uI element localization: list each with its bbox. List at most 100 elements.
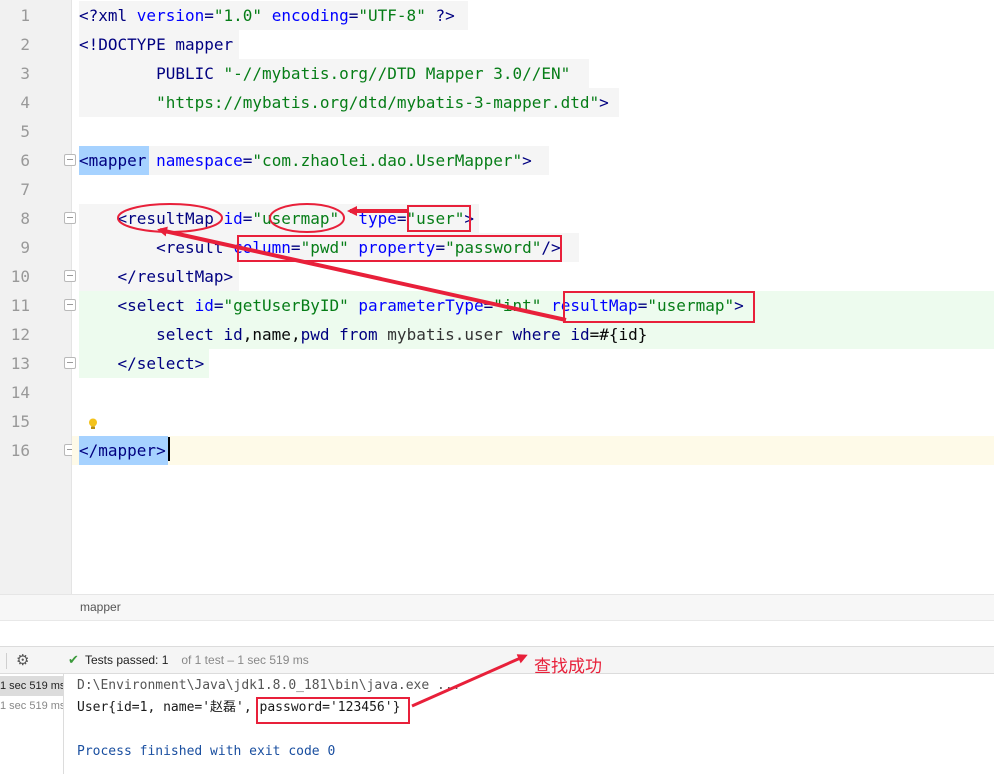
token: "1.0" (213, 6, 263, 25)
token: > (734, 296, 744, 315)
token: "usermap" (252, 209, 340, 228)
token: </mapper (79, 441, 157, 460)
token: version (136, 6, 205, 25)
token: = (348, 6, 359, 25)
code-line-13: </select> (79, 349, 205, 378)
code-line-3: PUBLIC "-//mybatis.org//DTD Mapper 3.0//… (79, 59, 570, 88)
line-number: 16 (10, 441, 30, 460)
code-line-8: <resultMap id="usermap" type="user"> (79, 204, 474, 233)
token: column (233, 238, 291, 257)
token: , (290, 325, 301, 344)
token: from (339, 325, 388, 344)
line-number: 9 (20, 238, 30, 257)
token: parameterType (358, 296, 484, 315)
token: name (252, 325, 291, 344)
token: > (599, 93, 609, 112)
token: <?xml (79, 6, 137, 25)
console-output[interactable]: D:\Environment\Java\jdk1.8.0_181\bin\jav… (64, 674, 994, 774)
code-line-4: "https://mybatis.org/dtd/mybatis-3-mappe… (79, 88, 609, 117)
fold-toggle-icon[interactable] (64, 299, 76, 311)
token: = (483, 296, 494, 315)
line-number: 8 (20, 209, 30, 228)
tests-status: Tests passed: 1 (85, 653, 168, 667)
token: /> (541, 238, 561, 257)
token: </select> (79, 354, 205, 373)
token: > (156, 441, 166, 460)
token: = (242, 209, 253, 228)
run-toolbar: ⚙ ✔ Tests passed: 1 of 1 test – 1 sec 51… (0, 646, 994, 674)
token: encoding (271, 6, 349, 25)
breadcrumb: mapper (0, 594, 994, 620)
line-number: 5 (20, 122, 30, 141)
gear-icon[interactable]: ⚙ (16, 653, 29, 669)
text-caret (168, 437, 170, 461)
line-number: 6 (20, 151, 30, 170)
line-number: 14 (10, 383, 30, 402)
code-editor[interactable]: 1 2 3 4 5 6 7 8 9 10 11 12 13 14 15 16 <… (0, 0, 994, 594)
token: , (242, 325, 253, 344)
token: id (223, 325, 243, 344)
console-line: D:\Environment\Java\jdk1.8.0_181\bin\jav… (77, 678, 461, 693)
line-number: 11 (10, 296, 30, 315)
test-tree-row[interactable]: 1 sec 519 ms (0, 696, 63, 716)
line-number: 1 (20, 6, 30, 25)
line-number: 3 (20, 64, 30, 83)
token: "https://mybatis.org/dtd/mybatis-3-mappe… (156, 93, 600, 112)
token: =#{id} (589, 325, 648, 344)
token: <mapper (79, 151, 147, 170)
token: "-//mybatis.org//DTD Mapper 3.0//EN" (223, 64, 571, 83)
check-icon: ✔ (68, 652, 79, 667)
panel-divider (0, 620, 994, 646)
fold-toggle-icon[interactable] (64, 212, 76, 224)
token: where (512, 325, 571, 344)
token: id (570, 325, 590, 344)
line-number: 13 (10, 354, 30, 373)
line-number: 15 (10, 412, 30, 431)
code-line-1: <?xml version="1.0" encoding="UTF-8" ?> (79, 1, 455, 30)
token: "getUserByID" (223, 296, 349, 315)
tests-count: 1 (161, 653, 169, 667)
code-line-2: <!DOCTYPE mapper (79, 30, 233, 59)
lightbulb-icon[interactable] (88, 418, 98, 430)
token: "password" (445, 238, 542, 257)
token: pwd (300, 325, 330, 344)
token: = (435, 238, 446, 257)
token: > (522, 151, 532, 170)
token: = (213, 296, 224, 315)
breadcrumb-item[interactable]: mapper (80, 600, 121, 614)
code-line-12: select id,name,pwd from mybatis.user whe… (79, 320, 647, 349)
token: resultMap (551, 296, 638, 315)
console-line: Process finished with exit code 0 (77, 744, 336, 759)
token: property (358, 238, 436, 257)
token: <!DOCTYPE (79, 35, 176, 54)
console-line: User{id=1, name='赵磊', password='123456'} (77, 700, 401, 715)
token: > (464, 209, 474, 228)
code-line-16: </mapper> (79, 436, 166, 465)
code-line-10: </resultMap> (79, 262, 234, 291)
code-line-9: <result column="pwd" property="password"… (79, 233, 561, 262)
token: "com.zhaolei.dao.UserMapper" (252, 151, 523, 170)
line-number: 4 (20, 93, 30, 112)
token: "UTF-8" (358, 6, 426, 25)
fold-toggle-icon[interactable] (64, 154, 76, 166)
fold-toggle-icon[interactable] (64, 357, 76, 369)
code-line-11: <select id="getUserByID" parameterType="… (79, 291, 744, 320)
tests-detail: of 1 test – 1 sec 519 ms (178, 653, 309, 667)
token: </resultMap> (79, 267, 234, 286)
line-number: 12 (10, 325, 30, 344)
token: "pwd" (300, 238, 349, 257)
test-tree-row[interactable]: 1 sec 519 ms (0, 676, 63, 696)
fold-toggle-icon[interactable] (64, 270, 76, 282)
token: select (156, 325, 224, 344)
token: "usermap" (647, 296, 735, 315)
token: = (290, 238, 301, 257)
token: = (204, 6, 214, 25)
token: <select (79, 296, 195, 315)
